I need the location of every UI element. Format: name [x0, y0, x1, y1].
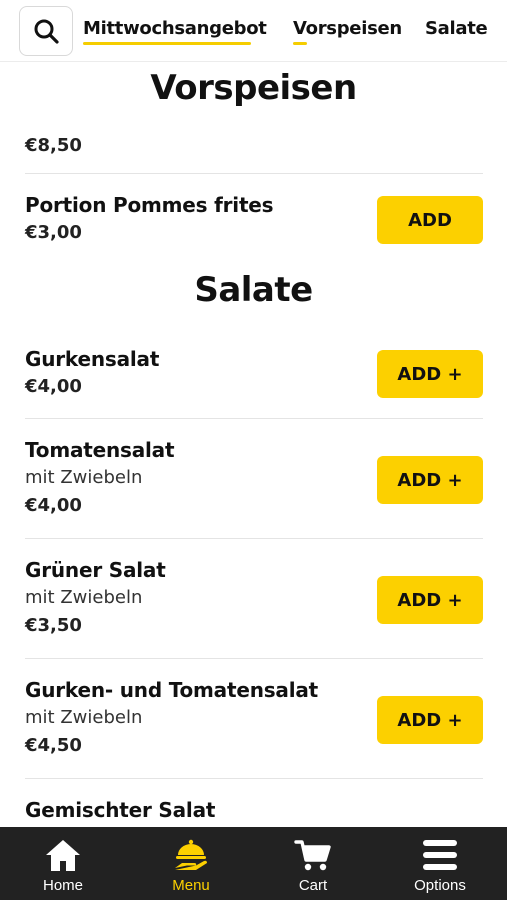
category-tabs: Mittwochsangebot Vorspeisen Salate — [83, 0, 507, 62]
cart-icon — [293, 837, 333, 873]
section-title-vorspeisen: Vorspeisen — [150, 68, 357, 108]
nav-cart[interactable]: Cart — [250, 827, 376, 900]
section-title-salate: Salate — [194, 270, 313, 310]
divider — [25, 538, 483, 539]
item-name: Gemischter Salat — [25, 798, 216, 822]
category-bar: Mittwochsangebot Vorspeisen Salate — [0, 0, 507, 62]
nav-label: Cart — [298, 877, 328, 894]
home-icon — [43, 837, 83, 873]
menu-item: €8,50 — [25, 132, 483, 160]
search-icon — [34, 19, 59, 44]
nav-options[interactable]: Options — [377, 827, 503, 900]
tab-salate[interactable]: Salate — [425, 18, 488, 39]
search-button[interactable] — [19, 6, 73, 56]
scroll-indicator — [293, 42, 307, 45]
nav-label: Home — [42, 877, 83, 894]
nav-label: Menu — [172, 877, 210, 894]
bottom-navigation: Home Menu Cart Options — [0, 827, 507, 900]
divider — [25, 173, 483, 174]
menu-lines-icon — [420, 837, 460, 873]
add-plus-button[interactable]: ADD + — [377, 350, 483, 398]
menu-content[interactable]: Vorspeisen €8,50 Portion Pommes frites €… — [0, 62, 507, 827]
active-tab-indicator — [83, 42, 251, 45]
divider — [25, 778, 483, 779]
tab-label: Mittwochsangebot — [83, 18, 267, 39]
add-plus-button[interactable]: ADD + — [377, 576, 483, 624]
tab-mittwochsangebot[interactable]: Mittwochsangebot — [83, 18, 267, 45]
nav-menu[interactable]: Menu — [128, 827, 254, 900]
tab-vorspeisen[interactable]: Vorspeisen — [293, 18, 402, 45]
add-plus-button[interactable]: ADD + — [377, 456, 483, 504]
divider — [25, 418, 483, 419]
divider — [25, 658, 483, 659]
tab-label: Salate — [425, 18, 488, 39]
tab-label: Vorspeisen — [293, 18, 402, 39]
menu-item: Gemischter Salat — [25, 796, 483, 824]
add-plus-button[interactable]: ADD + — [377, 696, 483, 744]
item-price: €8,50 — [25, 135, 82, 156]
nav-label: Options — [414, 877, 466, 894]
serving-hand-icon — [171, 837, 211, 873]
add-button[interactable]: ADD — [377, 196, 483, 244]
nav-home[interactable]: Home — [0, 827, 126, 900]
